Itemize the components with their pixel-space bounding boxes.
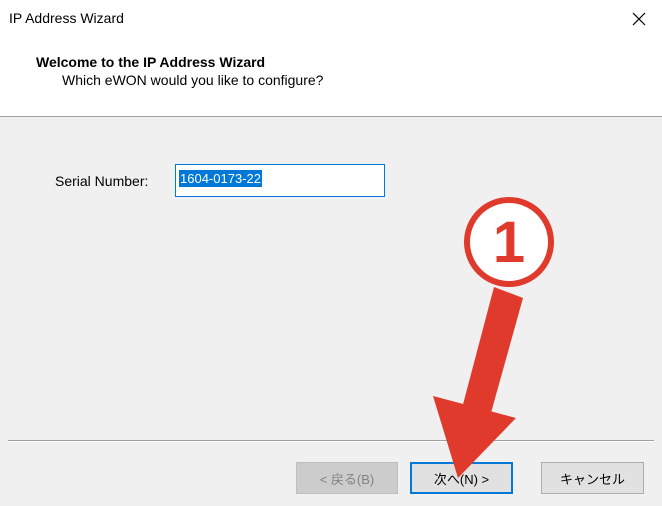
wizard-header: Welcome to the IP Address Wizard Which e… (0, 38, 662, 118)
title-bar: IP Address Wizard (0, 0, 662, 38)
cancel-button[interactable]: キャンセル (541, 462, 644, 494)
wizard-window: IP Address Wizard Welcome to the IP Addr… (0, 0, 662, 506)
header-subtitle: Which eWON would you like to configure? (62, 72, 324, 88)
next-button[interactable]: 次へ(N) > (410, 462, 513, 494)
window-title: IP Address Wizard (9, 10, 124, 26)
header-title: Welcome to the IP Address Wizard (36, 54, 266, 70)
close-button[interactable] (616, 0, 662, 38)
serial-number-label: Serial Number: (55, 173, 149, 189)
close-icon (632, 12, 646, 26)
footer-divider-highlight (8, 441, 654, 442)
serial-number-value: 1604-0173-22 (179, 170, 262, 187)
serial-number-input[interactable]: 1604-0173-22 (175, 164, 385, 197)
back-button[interactable]: < 戻る(B) (296, 462, 398, 494)
